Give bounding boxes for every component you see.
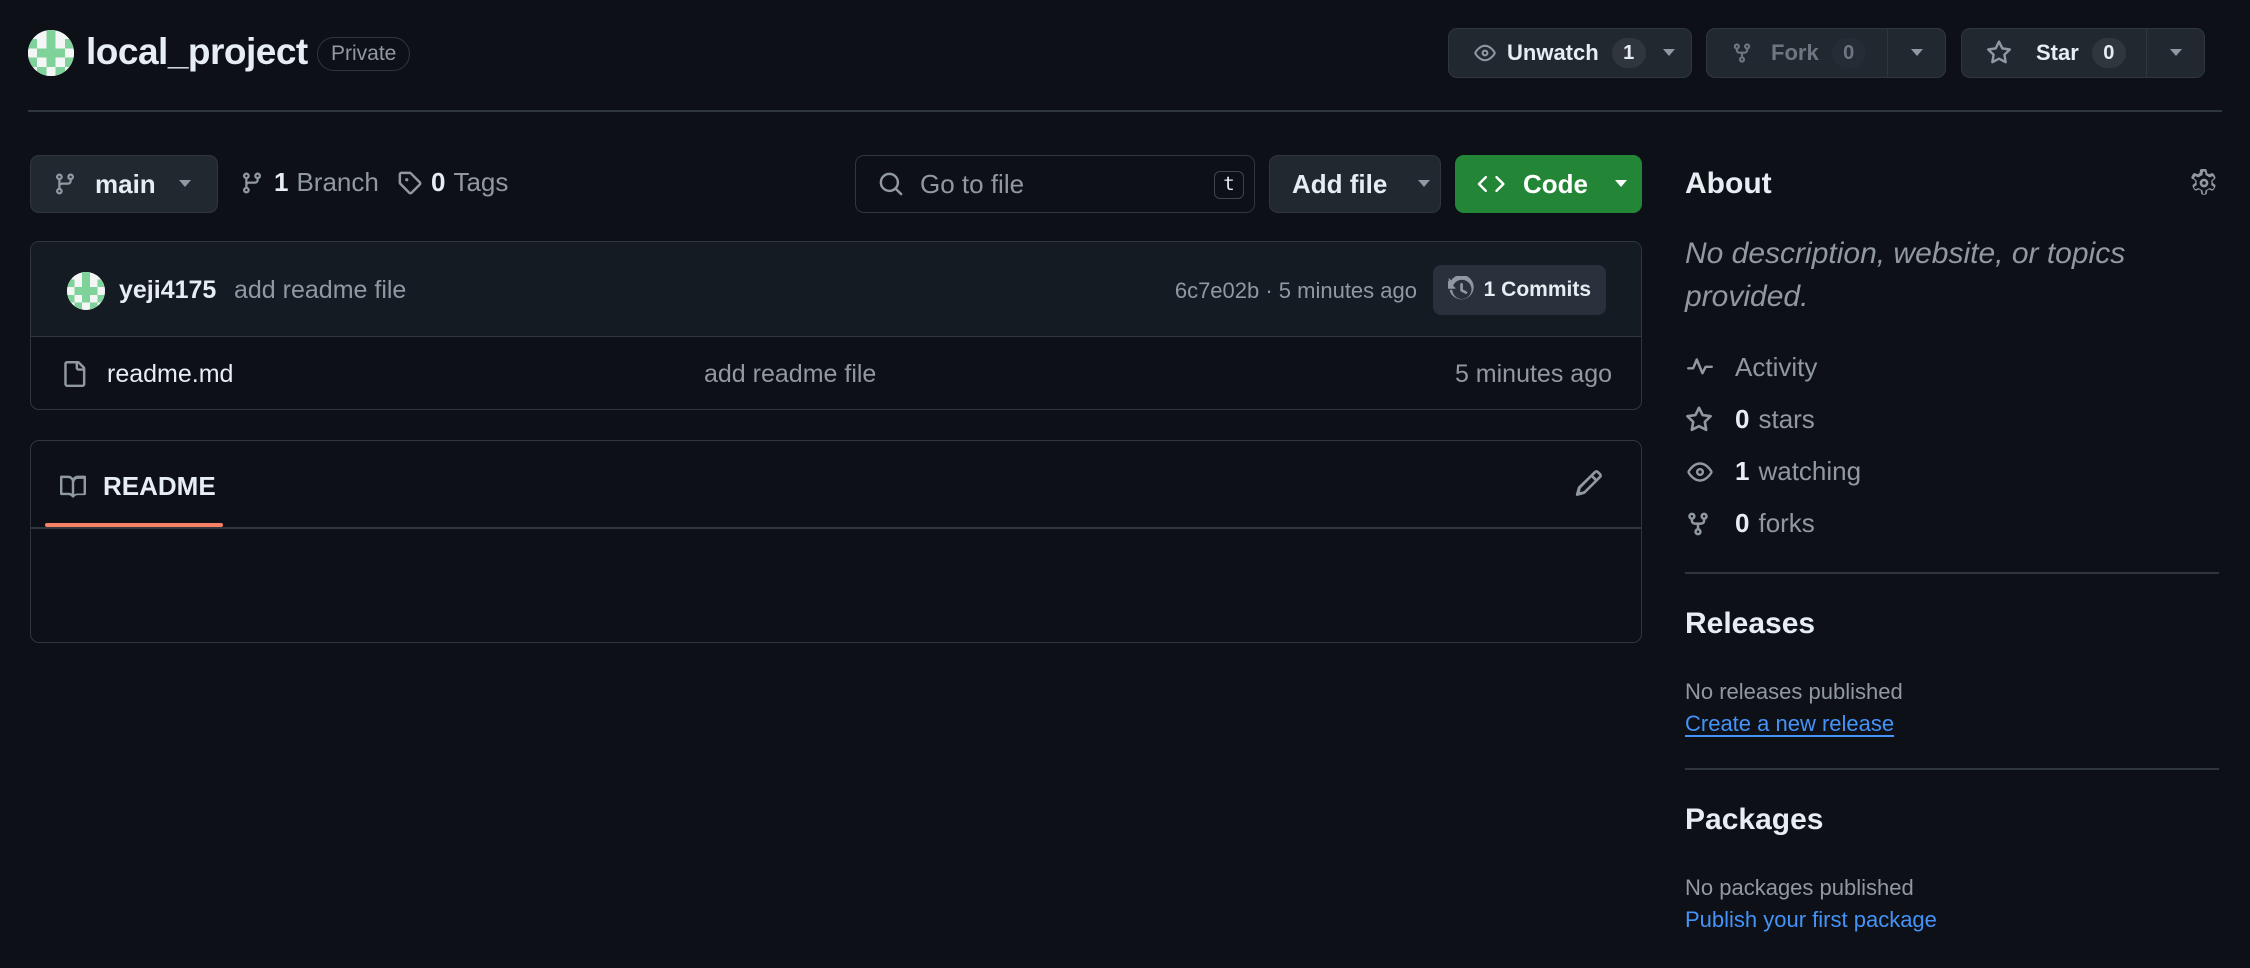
repo-header: local_project Private Unwatch 1 Fork 0 S… xyxy=(0,0,2250,112)
publish-package-link[interactable]: Publish your first package xyxy=(1685,907,1937,933)
about-heading: About xyxy=(1685,167,1772,200)
create-release-link[interactable]: Create a new release xyxy=(1685,711,1894,737)
star-count: 0 xyxy=(2091,38,2126,68)
forks-link[interactable]: 0 forks xyxy=(1685,508,1815,539)
releases-heading[interactable]: Releases xyxy=(1685,607,1815,641)
search-placeholder: Go to file xyxy=(920,168,1025,199)
about-description: No description, website, or topics provi… xyxy=(1685,237,2126,313)
search-shortcut-key: t xyxy=(1214,171,1244,199)
branch-name: main xyxy=(95,168,156,199)
triangle-down-icon xyxy=(178,179,192,189)
stars-label: stars xyxy=(1758,404,1815,434)
commit-author[interactable]: yeji4175 xyxy=(119,276,216,305)
git-branch-icon xyxy=(53,171,77,197)
triangle-down-icon xyxy=(1417,179,1431,189)
star-button[interactable]: Star 0 xyxy=(1962,29,2146,77)
tag-icon xyxy=(397,170,423,196)
stars-link[interactable]: 0 stars xyxy=(1685,404,1815,435)
file-icon xyxy=(61,360,87,388)
owner-avatar[interactable] xyxy=(28,30,74,76)
eye-icon xyxy=(1471,42,1499,64)
search-icon xyxy=(878,171,904,197)
releases-empty-text: No releases published xyxy=(1685,679,1903,704)
fork-button-group: Fork 0 xyxy=(1706,28,1946,78)
readme-divider xyxy=(31,527,1641,529)
packages-empty-text: No packages published xyxy=(1685,875,1914,900)
forks-count: 0 xyxy=(1735,508,1750,538)
fork-label: Fork xyxy=(1771,40,1819,65)
activity-link[interactable]: Activity xyxy=(1685,352,1817,383)
git-branch-icon xyxy=(240,170,264,196)
star-icon xyxy=(1986,40,2012,66)
eye-icon xyxy=(1685,459,1717,485)
book-icon xyxy=(59,474,87,500)
commit-message[interactable]: add readme file xyxy=(234,276,406,305)
triangle-down-icon xyxy=(2169,48,2183,58)
watching-count: 1 xyxy=(1735,456,1750,486)
unwatch-button[interactable]: Unwatch 1 xyxy=(1449,29,1691,77)
watching-label: watching xyxy=(1758,456,1862,486)
go-to-file-input[interactable]: Go to file t xyxy=(855,155,1255,213)
readme-panel: README xyxy=(30,440,1642,643)
watch-button-group: Unwatch 1 xyxy=(1448,28,1692,78)
repo-name[interactable]: local_project xyxy=(86,31,308,73)
star-dropdown-button[interactable] xyxy=(2146,29,2204,77)
tag-label: Tags xyxy=(453,167,509,197)
unwatch-label: Unwatch xyxy=(1507,40,1599,65)
triangle-down-icon xyxy=(1614,179,1628,189)
add-file-label: Add file xyxy=(1292,168,1388,199)
pulse-icon xyxy=(1685,355,1717,381)
visibility-badge: Private xyxy=(317,37,411,71)
history-icon xyxy=(1447,276,1476,304)
readme-tab-label: README xyxy=(103,471,216,501)
stars-count: 0 xyxy=(1735,404,1750,434)
commit-hash-time[interactable]: 6c7e02b · 5 minutes ago xyxy=(1175,278,1417,304)
commits-history-button[interactable]: 1 Commits xyxy=(1432,265,1606,315)
triangle-down-icon xyxy=(1662,48,1676,58)
branch-label: Branch xyxy=(296,167,379,197)
repo-forked-icon xyxy=(1685,510,1717,538)
code-button[interactable]: Code xyxy=(1455,155,1642,213)
file-commit-message[interactable]: add readme file xyxy=(704,360,876,389)
watch-count: 1 xyxy=(1611,38,1646,68)
file-updated-time: 5 minutes ago xyxy=(1454,360,1612,388)
star-icon xyxy=(1685,405,1717,434)
fork-button[interactable]: Fork 0 xyxy=(1707,29,1887,77)
fork-count: 0 xyxy=(1831,38,1866,68)
star-label: Star xyxy=(2036,40,2079,65)
file-name[interactable]: readme.md xyxy=(107,360,233,389)
code-icon xyxy=(1477,171,1507,197)
tab-readme[interactable]: README xyxy=(59,471,216,502)
commit-author-avatar[interactable] xyxy=(67,272,105,310)
triangle-down-icon xyxy=(1910,48,1924,58)
gear-icon[interactable] xyxy=(2190,169,2218,197)
commits-label: 1 Commits xyxy=(1483,278,1591,301)
forks-label: forks xyxy=(1758,508,1815,538)
sidebar-divider xyxy=(1685,572,2219,574)
header-divider xyxy=(28,110,2222,112)
tags-link[interactable]: 0 Tags xyxy=(397,167,508,198)
watching-link[interactable]: 1 watching xyxy=(1685,456,1861,487)
latest-commit-bar: yeji4175 add readme file 6c7e02b · 5 min… xyxy=(31,242,1641,337)
fork-dropdown-button[interactable] xyxy=(1887,29,1945,77)
star-button-group: Star 0 xyxy=(1961,28,2205,78)
tag-count: 0 xyxy=(431,167,446,197)
code-label: Code xyxy=(1523,168,1588,199)
packages-heading[interactable]: Packages xyxy=(1685,803,1823,837)
branch-count: 1 xyxy=(274,167,289,197)
pencil-icon[interactable] xyxy=(1575,469,1603,497)
file-row[interactable]: readme.md add readme file 5 minutes ago xyxy=(31,338,1641,409)
branches-link[interactable]: 1 Branch xyxy=(240,167,379,198)
add-file-button[interactable]: Add file xyxy=(1269,155,1441,213)
file-browser: yeji4175 add readme file 6c7e02b · 5 min… xyxy=(30,241,1642,410)
repo-forked-icon xyxy=(1731,41,1753,65)
sidebar-divider xyxy=(1685,768,2219,770)
activity-label: Activity xyxy=(1735,352,1818,382)
branch-selector[interactable]: main xyxy=(30,155,218,213)
